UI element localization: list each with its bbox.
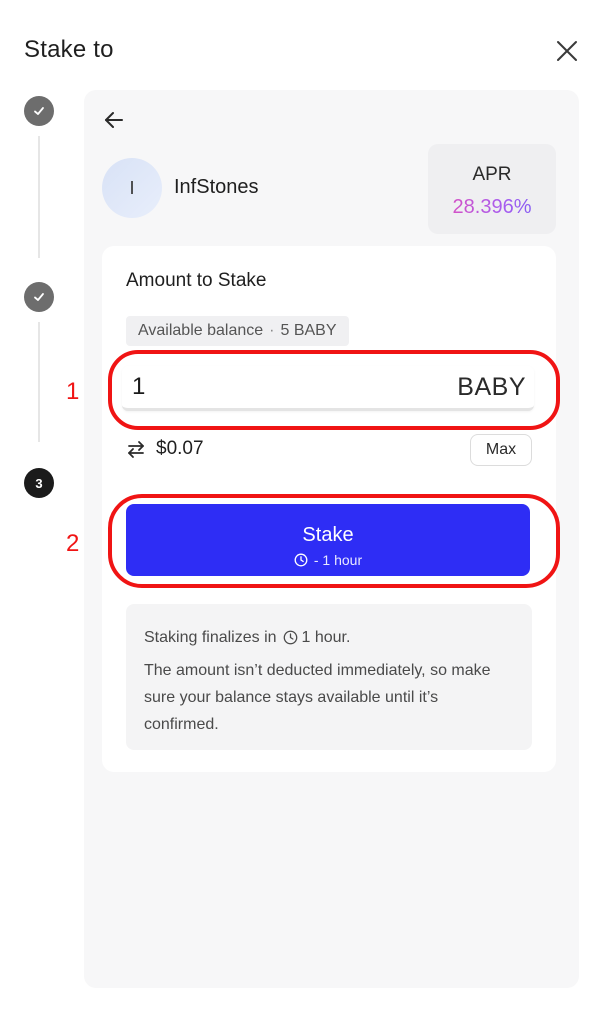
stake-modal: Stake to 3 I InfStones APR 28.396% Amoun… [0, 0, 602, 1020]
amount-unit: BABY [457, 373, 526, 401]
arrow-left-icon [105, 112, 123, 128]
balance-value: 5 BABY [280, 322, 337, 339]
stake-button[interactable]: Stake - 1 hour [126, 504, 530, 576]
available-balance: Available balance · 5 BABY [126, 316, 349, 346]
deduction-notice: The amount isn’t deducted immediately, s… [144, 662, 491, 733]
info-notice: Staking finalizes in 1 hour. The amount … [126, 604, 532, 750]
step-1-complete [24, 96, 54, 126]
max-button[interactable]: Max [470, 434, 532, 466]
usd-value: $0.07 [156, 438, 204, 459]
close-icon [557, 41, 577, 61]
stake-duration-text: - 1 hour [313, 552, 363, 568]
close-button[interactable] [554, 38, 580, 64]
apr-box: APR 28.396% [428, 144, 556, 234]
amount-title: Amount to Stake [126, 270, 267, 291]
back-button[interactable] [102, 108, 126, 132]
stake-button-label: Stake [302, 524, 354, 546]
stake-form-card: Amount to Stake Available balance · 5 BA… [102, 246, 556, 772]
annotation-number-1: 1 [66, 378, 80, 405]
balance-separator: · [269, 322, 275, 339]
balance-label: Available balance [138, 322, 264, 339]
clock-icon [283, 630, 297, 645]
check-icon [34, 293, 44, 301]
step-connector [38, 322, 40, 442]
modal-title: Stake to [24, 36, 114, 63]
finalize-prefix: Staking finalizes in [144, 629, 277, 646]
usd-conversion: $0.07 [126, 438, 204, 460]
finalize-suffix: 1 hour. [301, 629, 351, 646]
stepper: 3 [24, 96, 56, 498]
step-connector [38, 136, 40, 258]
annotation-number-2: 2 [66, 530, 80, 557]
validator-avatar: I [102, 158, 162, 218]
amount-input[interactable] [132, 372, 392, 402]
amount-field[interactable]: BABY [122, 366, 534, 411]
check-icon [34, 107, 44, 115]
clock-icon [294, 553, 308, 567]
step-3-active: 3 [24, 468, 54, 498]
step-2-complete [24, 282, 54, 312]
apr-label: APR [472, 164, 512, 185]
swap-arrows-icon [128, 441, 144, 458]
apr-value: 28.396% [428, 196, 556, 219]
stake-panel: I InfStones APR 28.396% Amount to Stake … [84, 90, 579, 988]
stake-duration: - 1 hour [126, 552, 530, 568]
validator-name: InfStones [174, 176, 259, 198]
finalize-notice: Staking finalizes in 1 hour. [144, 624, 514, 651]
